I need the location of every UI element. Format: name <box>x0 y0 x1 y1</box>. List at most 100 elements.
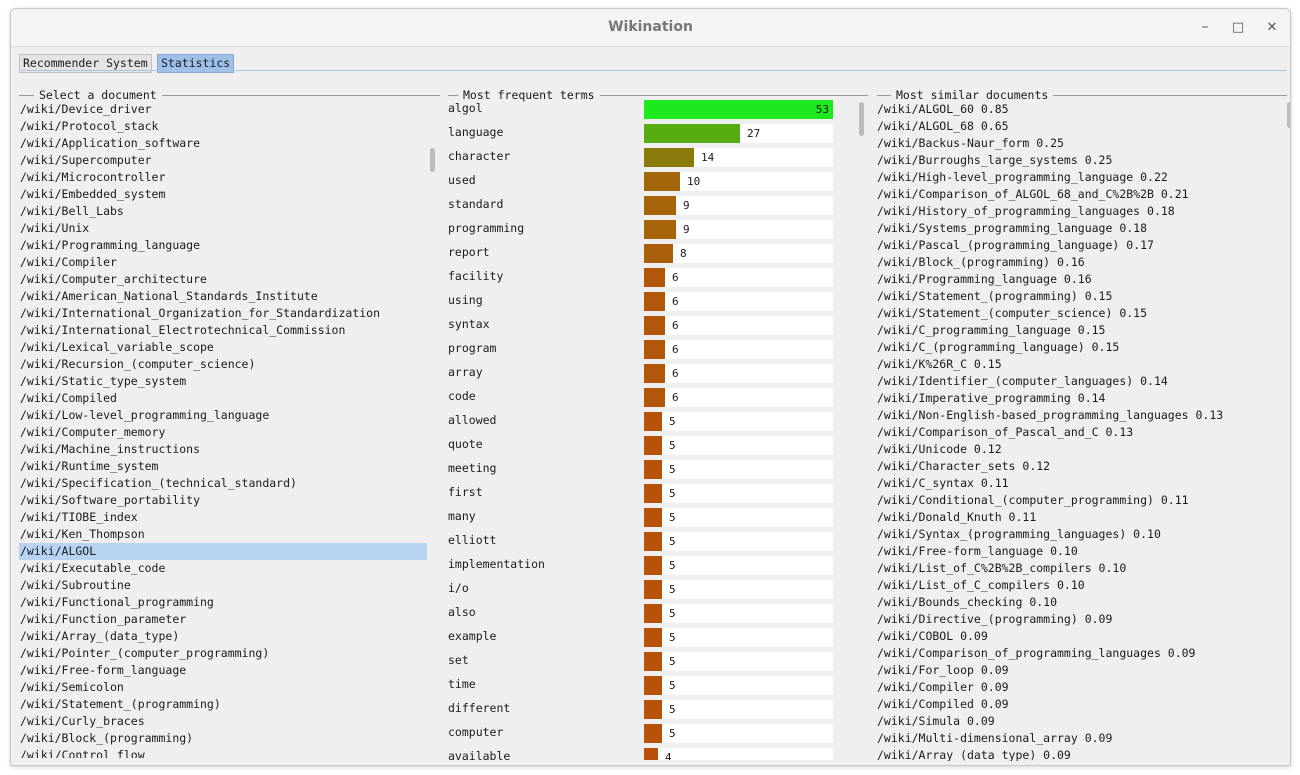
similar-document-item[interactable]: /wiki/Comparison_of_ALGOL_68_and_C%2B%2B… <box>877 186 1284 203</box>
term-bar-track: 6 <box>644 388 833 407</box>
term-bar-track: 10 <box>644 172 833 191</box>
term-bar <box>644 532 662 551</box>
document-item[interactable]: /wiki/Computer_architecture <box>19 271 427 288</box>
document-item[interactable]: /wiki/Ken_Thompson <box>19 526 427 543</box>
term-count: 6 <box>672 271 679 284</box>
term-row: available 4 <box>448 748 838 760</box>
similar-document-item[interactable]: /wiki/C_(programming_language) 0.15 <box>877 339 1284 356</box>
document-item[interactable]: /wiki/Block_(programming) <box>19 730 427 747</box>
document-item[interactable]: /wiki/Computer_memory <box>19 424 427 441</box>
similar-document-item[interactable]: /wiki/Identifier_(computer_languages) 0.… <box>877 373 1284 390</box>
document-item[interactable]: /wiki/Functional_programming <box>19 594 427 611</box>
similar-document-item[interactable]: /wiki/Character_sets 0.12 <box>877 458 1284 475</box>
similar-document-item[interactable]: /wiki/Directive_(programming) 0.09 <box>877 611 1284 628</box>
similar-document-item[interactable]: /wiki/For_loop 0.09 <box>877 662 1284 679</box>
similar-document-item[interactable]: /wiki/Statement_(programming) 0.15 <box>877 288 1284 305</box>
document-item[interactable]: /wiki/Control_flow <box>19 747 427 758</box>
similar-document-item[interactable]: /wiki/Burroughs_large_systems 0.25 <box>877 152 1284 169</box>
similar-document-item[interactable]: /wiki/COBOL 0.09 <box>877 628 1284 645</box>
similar-document-item[interactable]: /wiki/List_of_C%2B%2B_compilers 0.10 <box>877 560 1284 577</box>
similar-document-item[interactable]: /wiki/Block_(programming) 0.16 <box>877 254 1284 271</box>
term-row: different 5 <box>448 700 838 724</box>
similar-document-item[interactable]: /wiki/History_of_programming_languages 0… <box>877 203 1284 220</box>
similar-document-item[interactable]: /wiki/C_syntax 0.11 <box>877 475 1284 492</box>
document-list[interactable]: /wiki/Device_driver/wiki/Protocol_stack /… <box>19 101 427 758</box>
similar-document-item[interactable]: /wiki/Donald_Knuth 0.11 <box>877 509 1284 526</box>
document-item[interactable]: /wiki/Subroutine <box>19 577 427 594</box>
similar-document-item[interactable]: /wiki/High-level_programming_language 0.… <box>877 169 1284 186</box>
document-item-selected[interactable]: /wiki/ALGOL <box>19 543 427 560</box>
maximize-icon[interactable]: □ <box>1225 9 1251 46</box>
document-item[interactable]: /wiki/Compiled <box>19 390 427 407</box>
document-item[interactable]: /wiki/Lexical_variable_scope <box>19 339 427 356</box>
similar-document-item[interactable]: /wiki/Comparison_of_Pascal_and_C 0.13 <box>877 424 1284 441</box>
similar-document-item[interactable]: /wiki/Compiler 0.09 <box>877 679 1284 696</box>
similar-document-item[interactable]: /wiki/Free-form_language 0.10 <box>877 543 1284 560</box>
document-item[interactable]: /wiki/Protocol_stack <box>19 118 427 135</box>
similar-document-item[interactable]: /wiki/Simula 0.09 <box>877 713 1284 730</box>
similar-document-item[interactable]: /wiki/List_of_C_compilers 0.10 <box>877 577 1284 594</box>
document-item[interactable]: /wiki/Microcontroller <box>19 169 427 186</box>
similar-document-item[interactable]: /wiki/K%26R_C 0.15 <box>877 356 1284 373</box>
close-icon[interactable]: ✕ <box>1259 9 1285 46</box>
document-item[interactable]: /wiki/Application_software <box>19 135 427 152</box>
similar-document-item[interactable]: /wiki/Programming_language 0.16 <box>877 271 1284 288</box>
document-item[interactable]: /wiki/Statement_(programming) <box>19 696 427 713</box>
document-item[interactable]: /wiki/Free-form_language <box>19 662 427 679</box>
document-item[interactable]: /wiki/Supercomputer <box>19 152 427 169</box>
document-item[interactable]: /wiki/Function_parameter <box>19 611 427 628</box>
similar-document-item[interactable]: /wiki/Multi-dimensional_array 0.09 <box>877 730 1284 747</box>
similar-document-item[interactable]: /wiki/Syntax_(programming_languages) 0.1… <box>877 526 1284 543</box>
similar-document-item[interactable]: /wiki/Comparison_of_programming_language… <box>877 645 1284 662</box>
document-item[interactable]: /wiki/Device_driver <box>19 101 427 118</box>
title-bar: Wikination – □ ✕ <box>11 9 1290 47</box>
document-item[interactable]: /wiki/Embedded_system <box>19 186 427 203</box>
similar-document-item[interactable]: /wiki/Array_(data_type) 0.09 <box>877 747 1284 761</box>
similar-document-item[interactable]: /wiki/C_programming_language 0.15 <box>877 322 1284 339</box>
document-item[interactable]: /wiki/Unix <box>19 220 427 237</box>
document-item[interactable]: /wiki/International_Organization_for_Sta… <box>19 305 427 322</box>
document-item[interactable]: /wiki/Curly_braces <box>19 713 427 730</box>
similar-document-item[interactable]: /wiki/Compiled 0.09 <box>877 696 1284 713</box>
document-item[interactable]: /wiki/International_Electrotechnical_Com… <box>19 322 427 339</box>
document-item[interactable]: /wiki/Compiler <box>19 254 427 271</box>
term-row: example 5 <box>448 628 838 652</box>
similar-document-item[interactable]: /wiki/ALGOL_60 0.85 <box>877 101 1284 118</box>
document-item[interactable]: /wiki/Executable_code <box>19 560 427 577</box>
similar-document-item[interactable]: /wiki/Conditional_(computer_programming)… <box>877 492 1284 509</box>
document-item[interactable]: /wiki/Programming_language <box>19 237 427 254</box>
terms-scrollbar[interactable] <box>859 102 864 136</box>
term-row: code 6 <box>448 388 838 412</box>
similar-document-item[interactable]: /wiki/Non-English-based_programming_lang… <box>877 407 1284 424</box>
document-item[interactable]: /wiki/Static_type_system <box>19 373 427 390</box>
term-label: facility <box>448 269 504 283</box>
similar-documents-list[interactable]: /wiki/ALGOL_60 0.85/wiki/ALGOL_68 0.65/w… <box>877 101 1284 761</box>
similar-document-item[interactable]: /wiki/Systems_programming_language 0.18 <box>877 220 1284 237</box>
document-item[interactable]: /wiki/Specification_(technical_standard) <box>19 475 427 492</box>
similar-document-item[interactable]: /wiki/Statement_(computer_science) 0.15 <box>877 305 1284 322</box>
document-item[interactable]: /wiki/Pointer_(computer_programming) <box>19 645 427 662</box>
similar-list-scrollbar[interactable] <box>1287 102 1290 128</box>
similar-document-item[interactable]: /wiki/Unicode 0.12 <box>877 441 1284 458</box>
term-label: different <box>448 701 511 715</box>
document-item[interactable]: /wiki/American_National_Standards_Instit… <box>19 288 427 305</box>
similar-document-item[interactable]: /wiki/Backus-Naur_form 0.25 <box>877 135 1284 152</box>
similar-document-item[interactable]: /wiki/Pascal_(programming_language) 0.17 <box>877 237 1284 254</box>
document-item[interactable]: /wiki/TIOBE_index <box>19 509 427 526</box>
term-bar-track: 5 <box>644 460 833 479</box>
similar-document-item[interactable]: /wiki/Imperative_programming 0.14 <box>877 390 1284 407</box>
document-item[interactable]: /wiki/Array_(data_type) <box>19 628 427 645</box>
document-list-scrollbar[interactable] <box>430 148 435 172</box>
document-item[interactable]: /wiki/Recursion_(computer_science) <box>19 356 427 373</box>
document-item[interactable]: /wiki/Semicolon <box>19 679 427 696</box>
minimize-icon[interactable]: – <box>1192 9 1218 46</box>
document-item[interactable]: /wiki/Bell_Labs <box>19 203 427 220</box>
term-bar-track: 5 <box>644 628 833 647</box>
document-item[interactable]: /wiki/Runtime_system <box>19 458 427 475</box>
document-item[interactable]: /wiki/Software_portability <box>19 492 427 509</box>
document-item[interactable]: /wiki/Machine_instructions <box>19 441 427 458</box>
similar-document-item[interactable]: /wiki/ALGOL_68 0.65 <box>877 118 1284 135</box>
term-label: using <box>448 293 483 307</box>
similar-document-item[interactable]: /wiki/Bounds_checking 0.10 <box>877 594 1284 611</box>
document-item[interactable]: /wiki/Low-level_programming_language <box>19 407 427 424</box>
